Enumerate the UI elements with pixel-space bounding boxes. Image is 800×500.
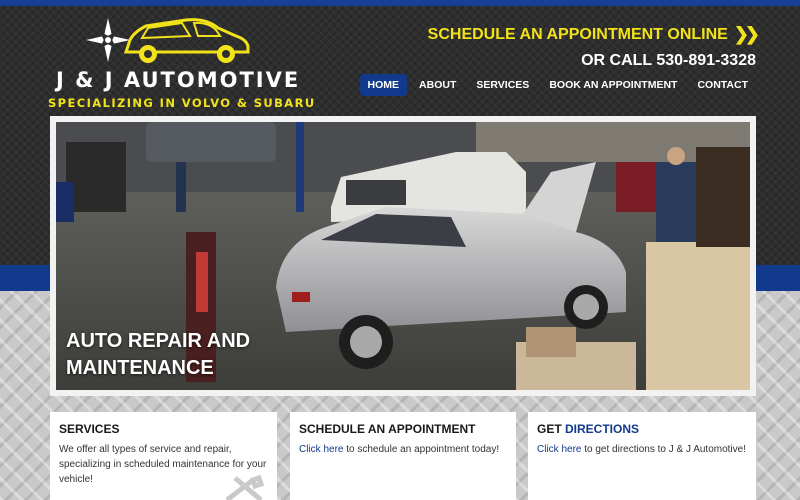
hero-caption: AUTO REPAIR AND MAINTENANCE xyxy=(66,328,250,382)
schedule-click-here-link[interactable]: Click here xyxy=(299,444,343,455)
brand-name: J & J AUTOMOTIVE xyxy=(56,68,301,92)
cta-label: SCHEDULE AN APPOINTMENT ONLINE xyxy=(427,25,728,43)
services-card: SERVICES We offer all types of service a… xyxy=(50,412,277,500)
hero-caption-line2: MAINTENANCE xyxy=(66,357,214,379)
nav-book-appointment[interactable]: BOOK AN APPOINTMENT xyxy=(541,74,685,96)
nav-about[interactable]: ABOUT xyxy=(411,74,464,96)
directions-card-body: to get directions to J & J Automotive! xyxy=(581,444,746,455)
hero-slider: AUTO REPAIR AND MAINTENANCE xyxy=(50,116,756,396)
nav-home[interactable]: HOME xyxy=(359,74,408,96)
directions-title-accent: DIRECTIONS xyxy=(565,422,640,436)
schedule-card-text: Click here to schedule an appointment to… xyxy=(299,442,507,457)
directions-card-title: GET DIRECTIONS xyxy=(537,422,747,436)
hero-image: AUTO REPAIR AND MAINTENANCE xyxy=(56,122,750,390)
schedule-appointment-link[interactable]: SCHEDULE AN APPOINTMENT ONLINE ❯❯ xyxy=(427,24,760,45)
double-chevron-right-icon: ❯❯ xyxy=(733,24,760,44)
wrench-tools-icon xyxy=(225,474,265,500)
nav-services[interactable]: SERVICES xyxy=(468,74,537,96)
car-logo-icon xyxy=(86,18,250,63)
directions-click-here-link[interactable]: Click here xyxy=(537,444,581,455)
nav-contact[interactable]: CONTACT xyxy=(689,74,756,96)
site-logo[interactable]: J & J AUTOMOTIVE SPECIALIZING IN VOLVO &… xyxy=(48,14,314,114)
directions-card-text: Click here to get directions to J & J Au… xyxy=(537,442,747,457)
services-card-title: SERVICES xyxy=(59,422,120,436)
schedule-card-title: SCHEDULE AN APPOINTMENT xyxy=(299,422,476,436)
schedule-card-body: to schedule an appointment today! xyxy=(343,444,500,455)
directions-card: GET DIRECTIONS Click here to get directi… xyxy=(528,412,756,500)
phone-number: OR CALL 530-891-3328 xyxy=(581,52,756,69)
compass-star-icon xyxy=(86,18,130,62)
schedule-card: SCHEDULE AN APPOINTMENT Click here to sc… xyxy=(290,412,516,500)
directions-title-prefix: GET xyxy=(537,422,566,436)
brand-tagline: SPECIALIZING IN VOLVO & SUBARU xyxy=(48,96,316,110)
hero-caption-line1: AUTO REPAIR AND xyxy=(66,330,251,352)
main-nav: HOME ABOUT SERVICES BOOK AN APPOINTMENT … xyxy=(359,74,756,96)
